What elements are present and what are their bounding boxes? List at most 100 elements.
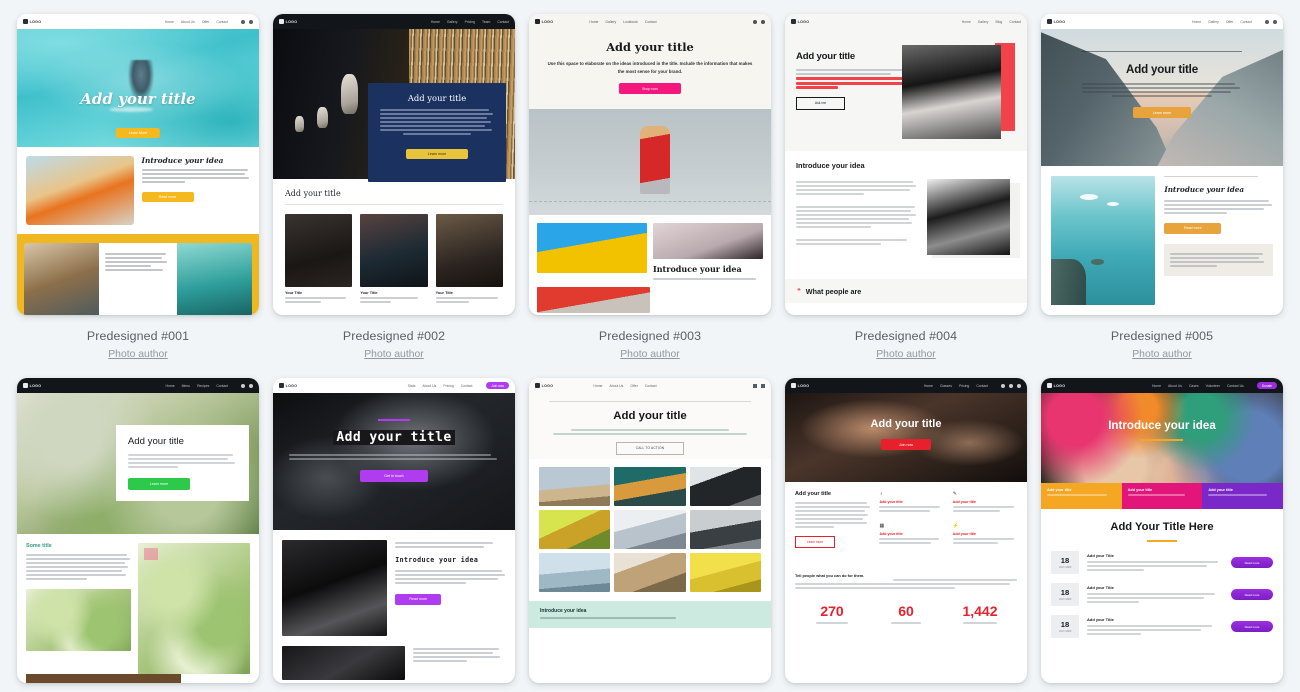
hero-cta-button[interactable]: Shop now (619, 83, 681, 95)
hero-cta-button[interactable]: Learn more (1133, 106, 1191, 119)
nav-item[interactable]: Home (924, 384, 933, 388)
search-icon[interactable] (761, 383, 765, 388)
facebook-icon[interactable] (241, 383, 245, 388)
nav-item[interactable]: Gallery (447, 20, 458, 24)
nav-item[interactable]: Stats (408, 384, 416, 388)
event-button[interactable]: Read more (1231, 621, 1273, 633)
template-preview-006[interactable]: LOGO Home Menu Recipes Contact Add your … (17, 378, 259, 683)
hero-cta-button[interactable]: Ask me (796, 97, 845, 110)
cart-icon[interactable] (753, 383, 757, 388)
template-preview-008[interactable]: LOGO Home About Us Offer Contact Add you… (529, 378, 771, 683)
person-card[interactable]: Your Title (285, 214, 353, 305)
facebook-icon[interactable] (241, 19, 245, 24)
nav-item[interactable]: Offer (202, 20, 209, 24)
nav-item[interactable]: Contact (645, 20, 657, 24)
template-preview-001[interactable]: LOGO Home About Us Offer Contact Add you… (17, 14, 259, 315)
gallery-image[interactable] (614, 553, 686, 592)
gallery-image[interactable] (689, 467, 761, 506)
template-preview-007[interactable]: LOGO Stats About Us Pricing Contact Join… (273, 378, 515, 683)
hero-cta-button[interactable]: Learn more (127, 478, 190, 491)
nav-item[interactable]: Contact Us (1227, 384, 1244, 388)
nav-item[interactable]: Home (165, 20, 174, 24)
nav-item[interactable]: Pricing (959, 384, 969, 388)
template-preview-004[interactable]: LOGO Home Gallery Blog Contact Add your … (785, 14, 1027, 315)
nav-item[interactable]: Gallery (605, 20, 616, 24)
nav-item[interactable]: Offer (630, 384, 637, 388)
twitter-icon[interactable] (1017, 383, 1021, 388)
section2-cta-button[interactable]: Read more (141, 191, 194, 203)
nav-item[interactable]: Blog (996, 20, 1003, 24)
gallery-image[interactable] (689, 510, 761, 549)
nav-item[interactable]: Contact (645, 384, 657, 388)
nav-item[interactable]: Offer (1226, 20, 1233, 24)
photo-author-link[interactable]: Photo author (876, 349, 936, 360)
twitter-icon[interactable] (761, 19, 765, 24)
gallery-image[interactable] (539, 510, 611, 549)
hero-block[interactable]: Add your title (1121, 483, 1203, 509)
nav-item[interactable]: Lookbook (623, 20, 638, 24)
nav-item[interactable]: Contact (1009, 20, 1021, 24)
gallery-image[interactable] (689, 553, 761, 592)
person-card[interactable]: Your Title (435, 214, 503, 305)
hero-cta-button[interactable]: Learn more (406, 148, 469, 160)
photo-author-link[interactable]: Photo author (108, 349, 168, 360)
nav-item[interactable]: Home (166, 384, 175, 388)
nav-item[interactable]: Volunteer (1206, 384, 1220, 388)
template-preview-005[interactable]: LOGO Home Gallery Offer Contact Add your… (1041, 14, 1283, 315)
gallery-image[interactable] (539, 467, 611, 506)
nav-item[interactable]: Classes (940, 384, 952, 388)
gallery-image[interactable] (539, 553, 611, 592)
nav-item[interactable]: Home (589, 20, 598, 24)
hero-cta-button[interactable]: Join now (881, 438, 931, 451)
nav-item[interactable]: Contact (497, 20, 509, 24)
nav-item[interactable]: Home (431, 20, 440, 24)
header-donate-button[interactable]: Donate (1256, 381, 1277, 390)
instagram-icon[interactable] (1009, 383, 1013, 388)
nav-item[interactable]: Team (482, 20, 490, 24)
gallery-image[interactable] (614, 467, 686, 506)
nav-item[interactable]: About Us (609, 384, 623, 388)
nav-item[interactable]: Contact (976, 384, 988, 388)
nav-item[interactable]: Home (962, 20, 971, 24)
gallery-image[interactable] (614, 510, 686, 549)
hero-cta-button[interactable]: Get in touch (360, 469, 428, 482)
photo-author-link[interactable]: Photo author (620, 349, 680, 360)
hero-cta-button[interactable]: CALL TO ACTION (616, 442, 684, 455)
event-row[interactable]: 18 JULY 2023 Add your Title Read more (1051, 615, 1273, 639)
section2-cta-button[interactable]: Read more (1164, 223, 1222, 234)
nav-item[interactable]: Contact (216, 384, 228, 388)
template-preview-009[interactable]: LOGO Home Classes Pricing Contact Add yo… (785, 378, 1027, 683)
template-preview-010[interactable]: LOGO Home About Us Cases Volunteer Conta… (1041, 378, 1283, 683)
nav-item[interactable]: About Us (422, 384, 436, 388)
nav-item[interactable]: About Us (1168, 384, 1182, 388)
nav-item[interactable]: Menu (182, 384, 190, 388)
nav-item[interactable]: Contact (1240, 20, 1252, 24)
nav-item[interactable]: Contact (216, 20, 228, 24)
photo-author-link[interactable]: Photo author (364, 349, 424, 360)
nav-item[interactable]: Home (1152, 384, 1161, 388)
instagram-icon[interactable] (1273, 19, 1277, 24)
event-row[interactable]: 18 JULY 2023 Add your Title Read more (1051, 551, 1273, 575)
template-preview-003[interactable]: LOGO Home Gallery Lookbook Contact Add y… (529, 14, 771, 315)
nav-item[interactable]: About Us (181, 20, 195, 24)
hero-block[interactable]: Add your title (1041, 483, 1122, 509)
facebook-icon[interactable] (1265, 19, 1269, 24)
template-preview-002[interactable]: LOGO Home Gallery Pricing Team Contact A… (273, 14, 515, 315)
event-button[interactable]: Read more (1231, 557, 1273, 569)
instagram-icon[interactable] (249, 383, 253, 388)
nav-item[interactable]: Gallery (1208, 20, 1219, 24)
nav-item[interactable]: Pricing (443, 384, 453, 388)
event-row[interactable]: 18 JULY 2023 Add your Title Read more (1051, 583, 1273, 607)
nav-item[interactable]: Contact (461, 384, 473, 388)
nav-item[interactable]: Home (1192, 20, 1201, 24)
nav-item[interactable]: Pricing (465, 20, 475, 24)
facebook-icon[interactable] (753, 19, 757, 24)
nav-item[interactable]: Recipes (197, 384, 209, 388)
event-button[interactable]: Read more (1231, 589, 1273, 601)
nav-item[interactable]: Cases (1189, 384, 1199, 388)
header-cta-button[interactable]: Join now (486, 381, 509, 390)
hero-cta-button[interactable]: Learn More (115, 127, 161, 139)
nav-item[interactable]: Home (593, 384, 602, 388)
instagram-icon[interactable] (249, 19, 253, 24)
nav-item[interactable]: Gallery (978, 20, 989, 24)
